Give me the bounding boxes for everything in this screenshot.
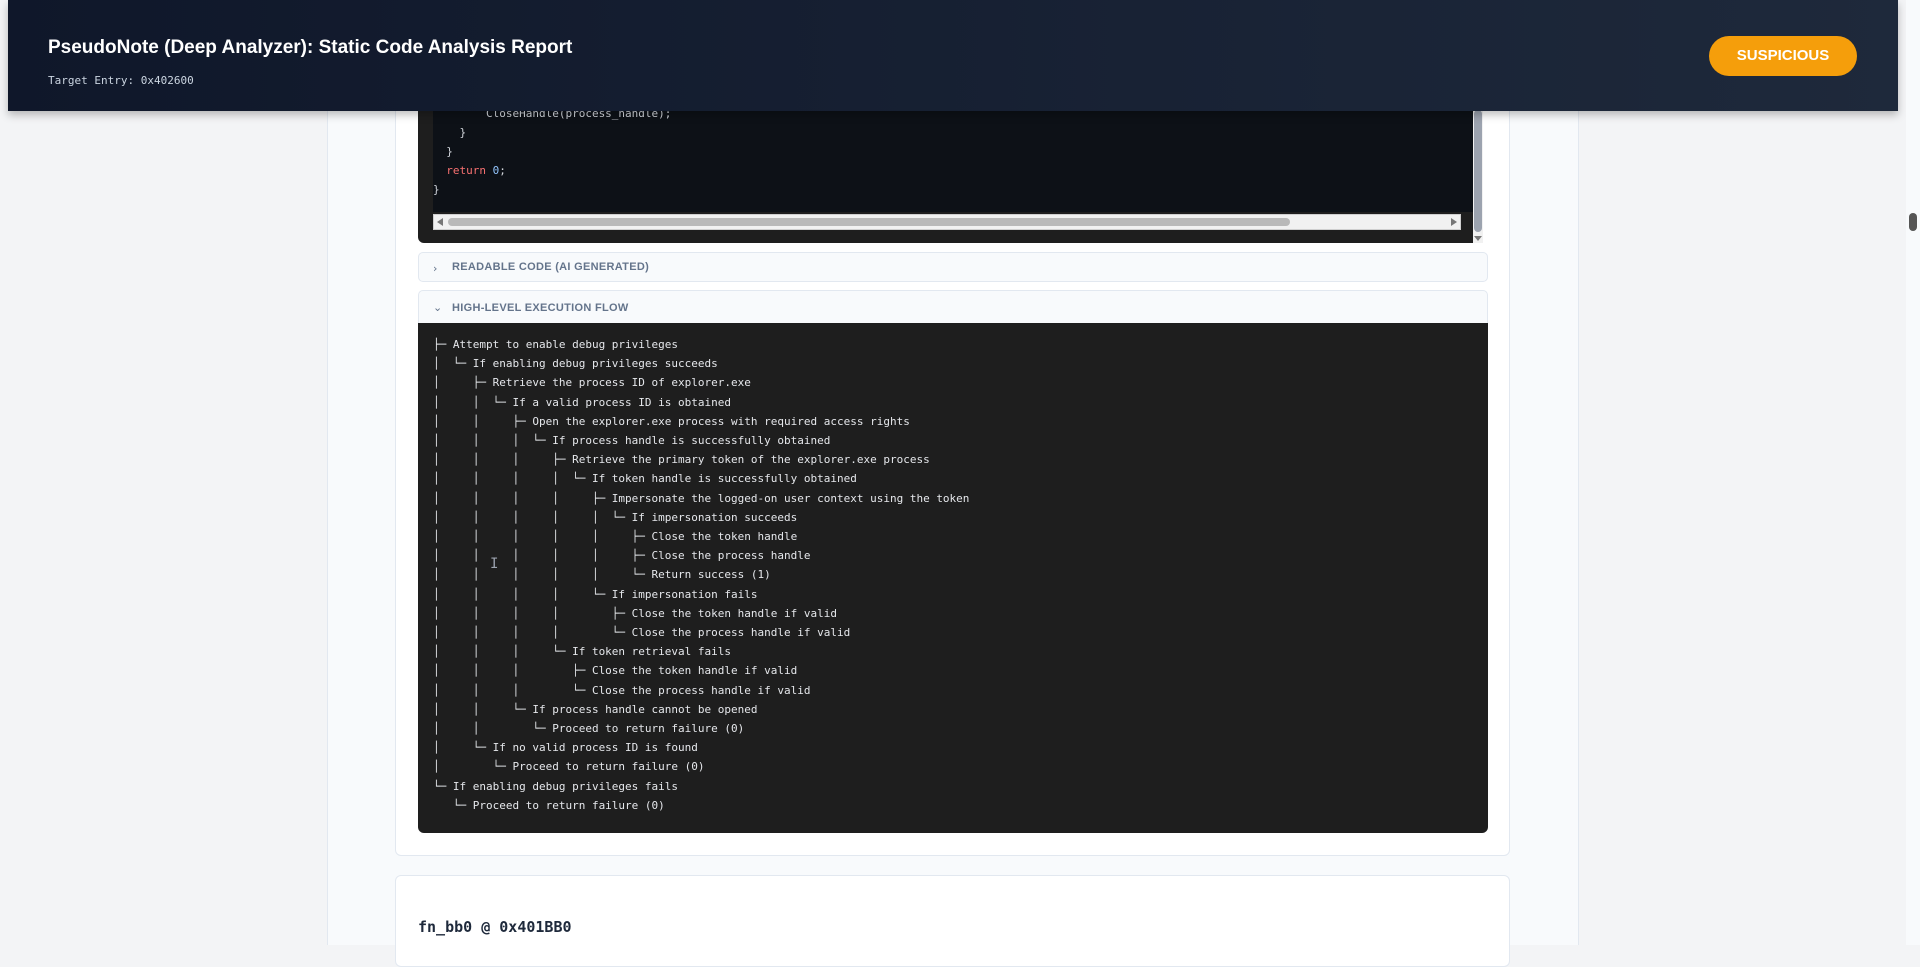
code-vertical-scrollbar[interactable]	[1473, 100, 1483, 243]
flow-line: │ ├─ Retrieve the process ID of explorer…	[433, 376, 751, 390]
flow-line: │ │ │ └─ Close the process handle if val…	[433, 683, 811, 697]
horizontal-scroll-thumb[interactable]	[448, 218, 1290, 226]
chevron-right-icon: ›	[433, 262, 438, 275]
flow-line: │ │ └─ If a valid process ID is obtained	[433, 395, 732, 409]
flow-line: │ └─ If enabling debug privileges succee…	[433, 357, 718, 371]
flow-line: │ │ │ └─ If token retrieval fails	[433, 645, 732, 659]
flow-line: │ │ │ │ ├─ Impersonate the logged-on use…	[433, 491, 970, 505]
code-content: CloseHandle(process_handle); } } return …	[433, 100, 1473, 212]
flow-line: │ │ ├─ Open the explorer.exe process wit…	[433, 414, 910, 428]
flow-line: │ │ │ ├─ Close the token handle if valid	[433, 664, 798, 678]
scroll-right-arrow-icon[interactable]	[1451, 218, 1457, 226]
flow-line: └─ If enabling debug privileges fails	[433, 779, 679, 793]
chevron-down-icon: ⌄	[433, 301, 443, 314]
flow-line: │ └─ If no valid process ID is found	[433, 741, 698, 755]
verdict-badge: SUSPICIOUS	[1709, 36, 1857, 76]
execution-flow-tree: ├─ Attempt to enable debug privileges │ └…	[418, 323, 1488, 833]
report-header: PseudoNote (Deep Analyzer): Static Code …	[8, 0, 1898, 111]
flow-line: │ │ │ │ │ └─ Return success (1)	[433, 568, 771, 582]
page-scrollbar[interactable]	[1906, 0, 1920, 945]
section-title: HIGH-LEVEL EXECUTION FLOW	[452, 302, 629, 314]
scroll-down-arrow-icon[interactable]	[1474, 236, 1482, 241]
flow-line: │ │ │ │ └─ If impersonation fails	[433, 587, 758, 601]
scroll-left-arrow-icon[interactable]	[437, 218, 443, 226]
execution-flow-toggle[interactable]: ⌄ HIGH-LEVEL EXECUTION FLOW	[418, 290, 1488, 326]
flow-line: │ │ │ │ ├─ Close the token handle if val…	[433, 606, 837, 620]
readable-code-toggle[interactable]: › READABLE CODE (AI GENERATED)	[418, 252, 1488, 282]
section-title: READABLE CODE (AI GENERATED)	[452, 261, 650, 273]
target-entry: Target Entry: 0x402600	[48, 74, 194, 87]
flow-line: │ └─ Proceed to return failure (0)	[433, 760, 705, 774]
page-scroll-thumb[interactable]	[1909, 213, 1917, 231]
flow-line: │ │ │ ├─ Retrieve the primary token of t…	[433, 453, 930, 467]
flow-line: ├─ Attempt to enable debug privileges	[433, 338, 679, 351]
horizontal-scrollbar[interactable]	[433, 214, 1461, 230]
code-line: }	[433, 183, 440, 196]
flow-line: │ │ │ │ │ └─ If impersonation succeeds	[433, 510, 798, 524]
flow-line: │ │ │ │ └─ If token handle is successful…	[433, 472, 857, 486]
flow-line: │ │ └─ If process handle cannot be opene…	[433, 702, 758, 716]
flow-line: │ │ │ │ └─ Close the process handle if v…	[433, 626, 851, 639]
code-line: }	[433, 126, 467, 139]
keyword: return	[446, 164, 486, 177]
code-viewer[interactable]: CloseHandle(process_handle); } } return …	[418, 100, 1480, 243]
text-cursor-icon: I	[490, 556, 499, 572]
report-title: PseudoNote (Deep Analyzer): Static Code …	[48, 37, 573, 58]
flow-line: │ │ └─ Proceed to return failure (0)	[433, 722, 745, 735]
function-title: fn_bb0 @ 0x401BB0	[418, 918, 572, 936]
flow-line: └─ Proceed to return failure (0)	[433, 798, 665, 812]
vertical-scroll-thumb[interactable]	[1474, 110, 1482, 232]
flow-line: │ │ │ │ │ ├─ Close the token handle	[433, 530, 798, 543]
flow-line: │ │ │ └─ If process handle is successful…	[433, 434, 831, 447]
code-line: return 0;	[433, 164, 506, 178]
code-line: }	[433, 145, 453, 158]
punctuation: ;	[499, 164, 506, 177]
